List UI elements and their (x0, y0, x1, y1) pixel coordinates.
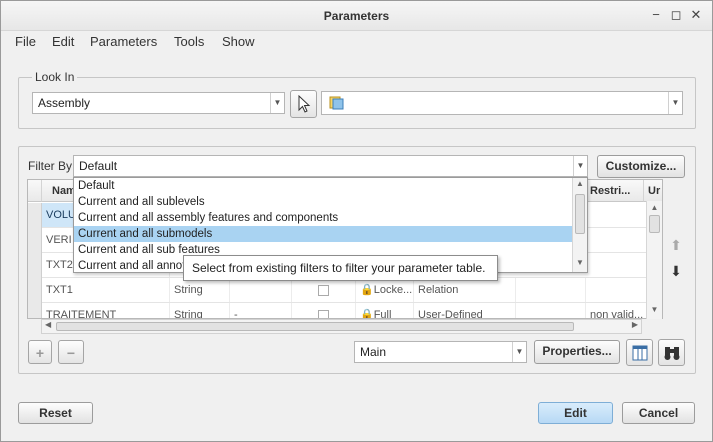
cell-name[interactable]: TXT1 (42, 278, 170, 302)
customize-button[interactable]: Customize... (597, 155, 685, 178)
move-down-icon[interactable]: ⬇ (668, 263, 684, 279)
table-columns-button[interactable] (626, 339, 653, 366)
row-header-strip (28, 203, 42, 318)
scroll-right-icon[interactable]: ▶ (632, 320, 638, 329)
look-in-model-select[interactable]: ▼ (321, 91, 683, 115)
scroll-down-icon[interactable]: ▼ (573, 258, 587, 267)
cell-name[interactable]: TRAITEMENT (42, 303, 170, 318)
look-in-type-value: Assembly (38, 96, 91, 110)
dropdown-scrollbar[interactable]: ▲ ▼ (572, 178, 587, 272)
cell-type[interactable]: String (170, 303, 230, 318)
lock-icon: 🔒 (360, 284, 374, 296)
menu-show[interactable]: Show (222, 34, 255, 49)
cell-source[interactable]: User-Defined (414, 303, 516, 318)
filter-by-label: Filter By (28, 159, 73, 173)
scroll-thumb[interactable] (649, 215, 660, 233)
cell-designate[interactable] (292, 303, 356, 318)
filter-option-selected[interactable]: Current and all submodels (74, 226, 572, 242)
scroll-thumb[interactable] (575, 194, 585, 234)
scroll-down-icon[interactable]: ▼ (647, 305, 662, 314)
table-row[interactable]: TXT1 String 🔒Locke... Relation (42, 278, 648, 303)
filter-tooltip: Select from existing filters to filter y… (183, 255, 498, 281)
chevron-down-icon: ▼ (512, 342, 526, 362)
title-bar: Parameters − ◻ ✕ (1, 1, 712, 31)
cell-access-text: Full (373, 309, 392, 319)
edit-button[interactable]: Edit (538, 402, 613, 424)
menu-bar: File Edit Parameters Tools Show (1, 31, 712, 53)
cell-description[interactable] (516, 303, 586, 318)
cell-access-text: Locke... (373, 284, 413, 296)
menu-tools[interactable]: Tools (174, 34, 204, 49)
look-in-type-select[interactable]: Assembly ▼ (32, 92, 285, 114)
pointer-icon (298, 94, 310, 113)
lock-icon: 🔒 (360, 309, 374, 319)
reset-button[interactable]: Reset (18, 402, 93, 424)
filter-option[interactable]: Current and all assembly features and co… (74, 210, 572, 226)
designate-checkbox[interactable] (318, 309, 329, 318)
filter-option[interactable]: Default (74, 178, 572, 194)
scroll-left-icon[interactable]: ◀ (45, 320, 51, 329)
scroll-thumb[interactable] (56, 322, 574, 331)
menu-edit[interactable]: Edit (52, 34, 74, 49)
table-vertical-scrollbar[interactable]: ▲ ▼ (646, 201, 662, 319)
filter-by-select[interactable]: Default ▼ (73, 155, 588, 177)
cell-restriction[interactable] (586, 278, 648, 302)
chevron-down-icon: ▼ (270, 93, 284, 113)
column-header-unit[interactable]: Ur (644, 180, 662, 202)
table-columns-icon (632, 345, 647, 361)
remove-parameter-button[interactable]: − (58, 340, 84, 364)
add-parameter-button[interactable]: + (28, 340, 52, 364)
cell-value[interactable] (230, 278, 292, 302)
cell-description[interactable] (516, 278, 586, 302)
table-corner (28, 180, 42, 202)
main-select-value: Main (360, 345, 387, 359)
cancel-button[interactable]: Cancel (622, 402, 695, 424)
close-icon[interactable]: ✕ (688, 7, 704, 23)
filter-by-value: Default (79, 159, 118, 173)
cell-type[interactable]: String (170, 278, 230, 302)
look-in-label: Look In (32, 70, 78, 84)
table-row[interactable]: TRAITEMENT String - 🔒Full User-Defined n… (42, 303, 648, 319)
main-select[interactable]: Main ▼ (354, 341, 527, 363)
scroll-up-icon[interactable]: ▲ (573, 179, 587, 188)
menu-parameters[interactable]: Parameters (90, 34, 157, 49)
parameters-window: Parameters − ◻ ✕ File Edit Parameters To… (0, 0, 713, 442)
column-header-restriction[interactable]: Restri... (586, 180, 644, 202)
assembly-icon (329, 96, 344, 110)
cell-source[interactable]: Relation (414, 278, 516, 302)
cell-access[interactable]: 🔒Locke... (356, 278, 414, 302)
binoculars-icon (664, 347, 679, 360)
chevron-down-icon: ▼ (573, 156, 587, 176)
cell-restriction[interactable]: non valid... (586, 303, 648, 318)
scroll-up-icon[interactable]: ▲ (647, 203, 662, 212)
move-up-icon[interactable]: ⬆ (668, 237, 684, 253)
designate-checkbox[interactable] (318, 284, 329, 296)
select-model-button[interactable] (290, 90, 317, 118)
cell-access[interactable]: 🔒Full (356, 303, 414, 319)
window-title: Parameters (323, 9, 390, 23)
find-button[interactable] (658, 339, 685, 366)
minimize-icon[interactable]: − (648, 7, 664, 23)
chevron-down-icon: ▼ (668, 92, 682, 114)
cell-value[interactable]: - (230, 303, 292, 318)
menu-file[interactable]: File (15, 34, 36, 49)
properties-button[interactable]: Properties... (534, 340, 620, 364)
maximize-icon[interactable]: ◻ (668, 7, 684, 23)
table-horizontal-scrollbar[interactable]: ◀ ▶ (41, 319, 642, 334)
cell-designate[interactable] (292, 278, 356, 302)
filter-option[interactable]: Current and all sublevels (74, 194, 572, 210)
